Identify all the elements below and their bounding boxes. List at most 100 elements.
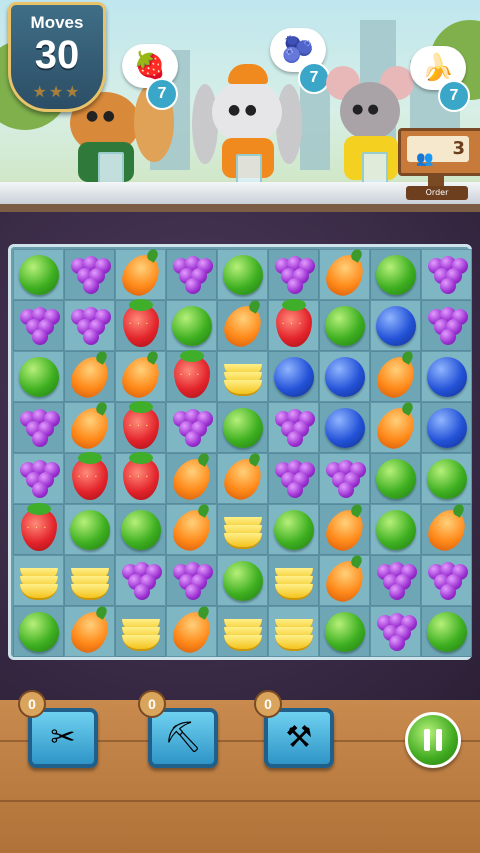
- green-apple-icon: [120, 509, 161, 550]
- board-tile[interactable]: [64, 555, 115, 606]
- board-tile[interactable]: [115, 451, 166, 504]
- board-tile[interactable]: [166, 604, 217, 659]
- board-tile[interactable]: [64, 249, 115, 300]
- board-tile[interactable]: [319, 453, 370, 504]
- board-tile[interactable]: [13, 402, 64, 453]
- board-tile[interactable]: [217, 351, 268, 402]
- board-tile[interactable]: [319, 402, 370, 453]
- board-tile[interactable]: [13, 555, 64, 606]
- board-tile[interactable]: [421, 249, 472, 300]
- bunny-customer: ● ●: [192, 64, 302, 190]
- board-tile[interactable]: [64, 400, 115, 455]
- strawberry-icon: [275, 298, 312, 347]
- grape-icon: [69, 306, 111, 345]
- board-tile[interactable]: [13, 300, 64, 351]
- board-tile[interactable]: [217, 504, 268, 555]
- board-tile[interactable]: [115, 298, 166, 351]
- board-tile[interactable]: [115, 349, 166, 404]
- board-tile[interactable]: [217, 298, 268, 353]
- board-tile[interactable]: [421, 351, 472, 402]
- board-tile[interactable]: [421, 402, 472, 453]
- booster-count-badge: 0: [254, 690, 282, 718]
- board-tile[interactable]: [421, 606, 472, 657]
- pause-button[interactable]: [405, 712, 461, 768]
- board-tile[interactable]: [268, 504, 319, 555]
- grape-icon: [18, 306, 60, 345]
- board-tile[interactable]: [166, 451, 217, 506]
- board-tile[interactable]: [421, 300, 472, 351]
- hammer-booster-button[interactable]: ⛏: [148, 708, 218, 768]
- board-tile[interactable]: [268, 351, 319, 402]
- scissors-booster-button[interactable]: ✂: [28, 708, 98, 768]
- board-tile[interactable]: [115, 504, 166, 555]
- strawberry-icon: 🍓: [133, 51, 167, 81]
- board-tile[interactable]: [13, 351, 64, 402]
- board-tile[interactable]: [268, 402, 319, 453]
- board-tile[interactable]: [319, 247, 370, 302]
- board-tile[interactable]: [370, 453, 421, 504]
- board-tile[interactable]: [64, 451, 115, 504]
- board-tile[interactable]: [13, 453, 64, 504]
- green-apple-icon: [375, 509, 416, 550]
- booster-count-badge: 0: [138, 690, 166, 718]
- grape-icon: [171, 561, 213, 600]
- board-tile[interactable]: [421, 453, 472, 504]
- board-tile[interactable]: [115, 400, 166, 453]
- green-apple-icon: [375, 254, 416, 295]
- board-tile[interactable]: [166, 402, 217, 453]
- board-tile[interactable]: [64, 300, 115, 351]
- green-apple-icon: [18, 356, 59, 397]
- order-count-badge: 7: [146, 78, 178, 110]
- board-tile[interactable]: [319, 502, 370, 557]
- board-tile[interactable]: [370, 555, 421, 606]
- board-tile[interactable]: [217, 249, 268, 300]
- board-tile[interactable]: [217, 606, 268, 657]
- board-tile[interactable]: [115, 247, 166, 302]
- board-tile[interactable]: [370, 400, 421, 455]
- carrot-orange-icon: [166, 502, 217, 557]
- board-tile[interactable]: [64, 604, 115, 659]
- board-tile[interactable]: [217, 402, 268, 453]
- board-tile[interactable]: [268, 555, 319, 606]
- board-tile[interactable]: [370, 606, 421, 657]
- board-tile[interactable]: [13, 606, 64, 657]
- grape-icon: [273, 408, 315, 447]
- board-tile[interactable]: [268, 298, 319, 351]
- board-tile[interactable]: [217, 451, 268, 506]
- grape-icon: [273, 459, 315, 498]
- board-tile[interactable]: [319, 351, 370, 402]
- board-tile[interactable]: [319, 553, 370, 608]
- board-tile[interactable]: [166, 349, 217, 402]
- board-tile[interactable]: [268, 453, 319, 504]
- board-tile[interactable]: [115, 555, 166, 606]
- board-tile[interactable]: [421, 502, 472, 557]
- carrot-orange-icon: [166, 451, 217, 506]
- board-tile[interactable]: [13, 502, 64, 555]
- order-count-badge: 7: [438, 80, 470, 112]
- shovel-booster-button[interactable]: ⚒: [264, 708, 334, 768]
- board-tile[interactable]: [64, 504, 115, 555]
- banana-icon: [273, 615, 315, 651]
- board-tile[interactable]: [166, 555, 217, 606]
- board-tile[interactable]: [13, 249, 64, 300]
- green-apple-icon: [426, 458, 467, 499]
- board-tile[interactable]: [370, 300, 421, 351]
- board-tile[interactable]: [370, 249, 421, 300]
- board-tile[interactable]: [268, 249, 319, 300]
- board-tile[interactable]: [217, 555, 268, 606]
- scissors-icon: ✂: [50, 720, 76, 755]
- board-tile[interactable]: [166, 502, 217, 557]
- board-tile[interactable]: [421, 555, 472, 606]
- board-tile[interactable]: [64, 349, 115, 404]
- green-apple-icon: [171, 305, 212, 346]
- board-tile[interactable]: [370, 504, 421, 555]
- board-tile[interactable]: [115, 606, 166, 657]
- board-tile[interactable]: [268, 606, 319, 657]
- board-tile[interactable]: [370, 349, 421, 404]
- board-tile[interactable]: [319, 300, 370, 351]
- board-tile[interactable]: [166, 249, 217, 300]
- board-tile[interactable]: [166, 300, 217, 351]
- grape-icon: [171, 408, 213, 447]
- board-tile[interactable]: [319, 606, 370, 657]
- tile-grid: [13, 247, 472, 659]
